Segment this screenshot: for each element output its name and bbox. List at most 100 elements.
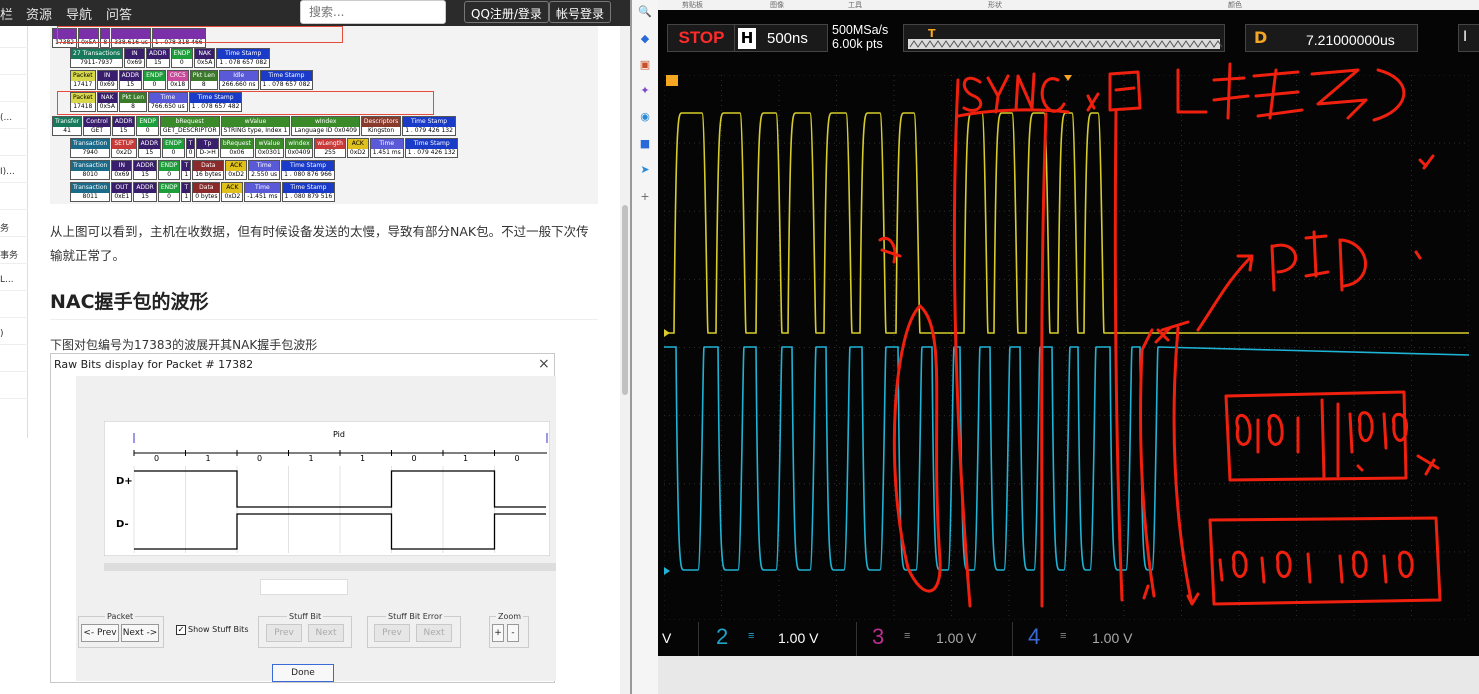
ch3-label[interactable]: 3 [872,624,884,650]
trace-cell: Data 0 bytes [192,182,221,202]
trace-cell-header: ADDR [134,183,156,193]
sidebar-item[interactable] [0,80,28,102]
trace-cell-value: GET_DESCRIPTOR [160,127,219,135]
trace-cell: Time Stamp 1 . 080 879 516 [281,182,336,202]
puzzle-icon[interactable]: ✦ [638,84,652,98]
nav-item-resources[interactable]: 资源 [26,4,52,23]
sidebar-item[interactable] [0,377,28,399]
show-stuff-checkbox[interactable]: ✓ [176,625,186,635]
trace-cell: ADDR 15 [146,48,170,68]
trace-cell-header: Time Stamp [405,139,458,149]
stuff-next-button[interactable]: Next [308,624,344,642]
browser-extension-bar: 🔍 ◆ ▣ ✦ ◉ ■ ➤ + [632,0,658,694]
add-icon[interactable]: + [638,190,652,204]
close-icon[interactable]: × [538,356,550,372]
sidebar-item[interactable] [0,188,28,210]
trace-cell-header: ADDR [138,139,161,149]
page-scrollbar-thumb[interactable] [622,205,628,395]
trace-cell-value: 0xD2 [347,149,368,157]
nav-item-qa[interactable]: 问答 [106,4,132,23]
nav-item-column[interactable]: 栏 [0,4,13,23]
trace-row[interactable]: Transaction 8011 OUT 0xE1 ADDR 15 ENDP 0 T 1 Data 0… [70,182,336,202]
delay-box[interactable]: D 7.21000000us [1245,24,1418,52]
search-input[interactable] [300,0,446,24]
trace-cell: ACK 0xD2 [221,182,244,202]
screen-root: 栏 资源 导航 问答 QQ注册/登录 帐号登录 (... I)... 务事务 L...… [0,0,1479,694]
trace-cell-header: Descriptors [361,117,401,127]
trace-cell-value: 1 . 079 426 132 [403,127,455,135]
send-icon[interactable]: ➤ [638,163,652,177]
trace-cell-value: 0xD2 [222,193,243,201]
tag-icon[interactable]: ◆ [638,32,652,46]
sidebar-item[interactable]: 务 [0,215,28,237]
trace-row[interactable]: Transfer 41 Control GET ADDR 15 ENDP 0 bRequest G… [52,116,457,136]
search-icon[interactable]: 🔍 [638,5,652,19]
trace-cell: Descriptors Kingston [360,116,402,136]
trace-row[interactable]: Transaction 7940 SETUP 0x2D ADDR 15 ENDP 0 T 0 Tp D… [70,138,459,158]
sidebar-item[interactable]: 事务 [0,242,28,264]
trace-row[interactable]: Transaction 8010 IN 0x69 ADDR 15 ENDP 0 T 1 Data 16… [70,160,336,180]
sidebar-item[interactable] [0,296,28,318]
trace-cell: IN 0x69 [96,70,118,90]
browser-icon[interactable]: ◉ [638,110,652,124]
trace-cell-value: 266.660 ns [219,81,258,89]
trace-cell-header: wLength [315,139,345,149]
trace-cell-value: 17417 [71,81,95,89]
ch4-scale[interactable]: 1.00 V [1092,630,1132,646]
waveform-hscroll[interactable] [104,563,556,571]
next-packet-button[interactable]: Next -> [121,624,159,642]
trace-cell: bRequest GET_DESCRIPTOR [159,116,220,136]
sidebar-item[interactable]: ) [0,323,28,345]
stuff-prev-button[interactable]: Prev [266,624,302,642]
trace-cell-header: OUT [112,183,132,193]
trace-cell: ENDP 0 [157,160,181,180]
nav-item-navigation[interactable]: 导航 [66,4,92,23]
outlook-icon[interactable]: ■ [638,137,652,151]
zoom-in-button[interactable]: + [492,624,504,642]
trace-cell-header: T [186,139,195,149]
error-next-button[interactable]: Next [416,624,452,642]
usb-trace-screenshot: 17382 0x5A 8 338.616 us 1 . 078 318 466 27 Tr… [50,26,598,204]
trace-cell-header: ADDR [134,161,156,171]
trace-cell-value: STRING type, Index 1 [221,127,290,135]
prev-packet-button[interactable]: <- Prev [81,624,119,642]
zoom-out-button[interactable]: - [507,624,519,642]
trace-cell: Data 16 bytes [192,160,225,180]
trigger-box[interactable]: I [1458,24,1479,52]
qq-login-button[interactable]: QQ注册/登录 [464,1,549,23]
trace-cell-value: 0x69 [125,59,145,67]
bag-icon[interactable]: ▣ [638,58,652,72]
scope-status-bar: STOP H 500ns 500MSa/s 6.00k pts T D 7.21… [658,20,1479,56]
sidebar-item[interactable] [0,26,28,48]
ch1-scale-tail[interactable]: V [662,630,671,646]
account-login-button[interactable]: 帐号登录 [549,1,612,23]
trace-cell-header: IN [112,161,132,171]
sidebar-item[interactable]: L... [0,269,28,291]
run-stop-indicator[interactable]: STOP [667,24,736,52]
sidebar-item[interactable]: I)... [0,161,28,183]
trace-cell-value: 15 [147,59,169,67]
trace-cell-header: Time [245,183,280,193]
ch2-label[interactable]: 2 [716,624,728,650]
error-prev-button[interactable]: Prev [374,624,410,642]
ch3-scale[interactable]: 1.00 V [936,630,976,646]
trace-row[interactable]: 27 Transactions 7911-7937 IN 0x69 ADDR 15 ENDP… [70,48,271,68]
trace-cell-header: Data [193,183,220,193]
timebase-box[interactable]: H 500ns [734,24,828,52]
trace-cell-header: ENDP [171,49,193,59]
trace-cell-value: 15 [119,81,142,89]
ch2-scale[interactable]: 1.00 V [778,630,818,646]
sidebar-item[interactable]: (... [0,107,28,129]
trace-cell-header: T [182,183,191,193]
ch4-label[interactable]: 4 [1028,624,1040,650]
done-button[interactable]: Done [272,664,334,682]
trace-row[interactable]: Packet 17417 IN 0x69 ADDR 15 ENDP 0 CRC5 0x18 Pkt … [70,70,314,90]
trace-cell: Time 2.550 us [248,160,281,180]
channel-bar: V 2 ≡ 1.00 V 3 ≡ 1.00 V 4 ≡ 1.00 V [658,622,1479,656]
sidebar-item[interactable] [0,350,28,372]
sidebar-item[interactable] [0,53,28,75]
d-plus-label: D+ [116,476,133,487]
sidebar-item[interactable] [0,134,28,156]
oscilloscope-screen: 剪贴板 图像 工具 形状 颜色 STOP H 500ns 500MSa/s 6.… [658,0,1479,694]
trace-cell-value: 0 [137,127,158,135]
